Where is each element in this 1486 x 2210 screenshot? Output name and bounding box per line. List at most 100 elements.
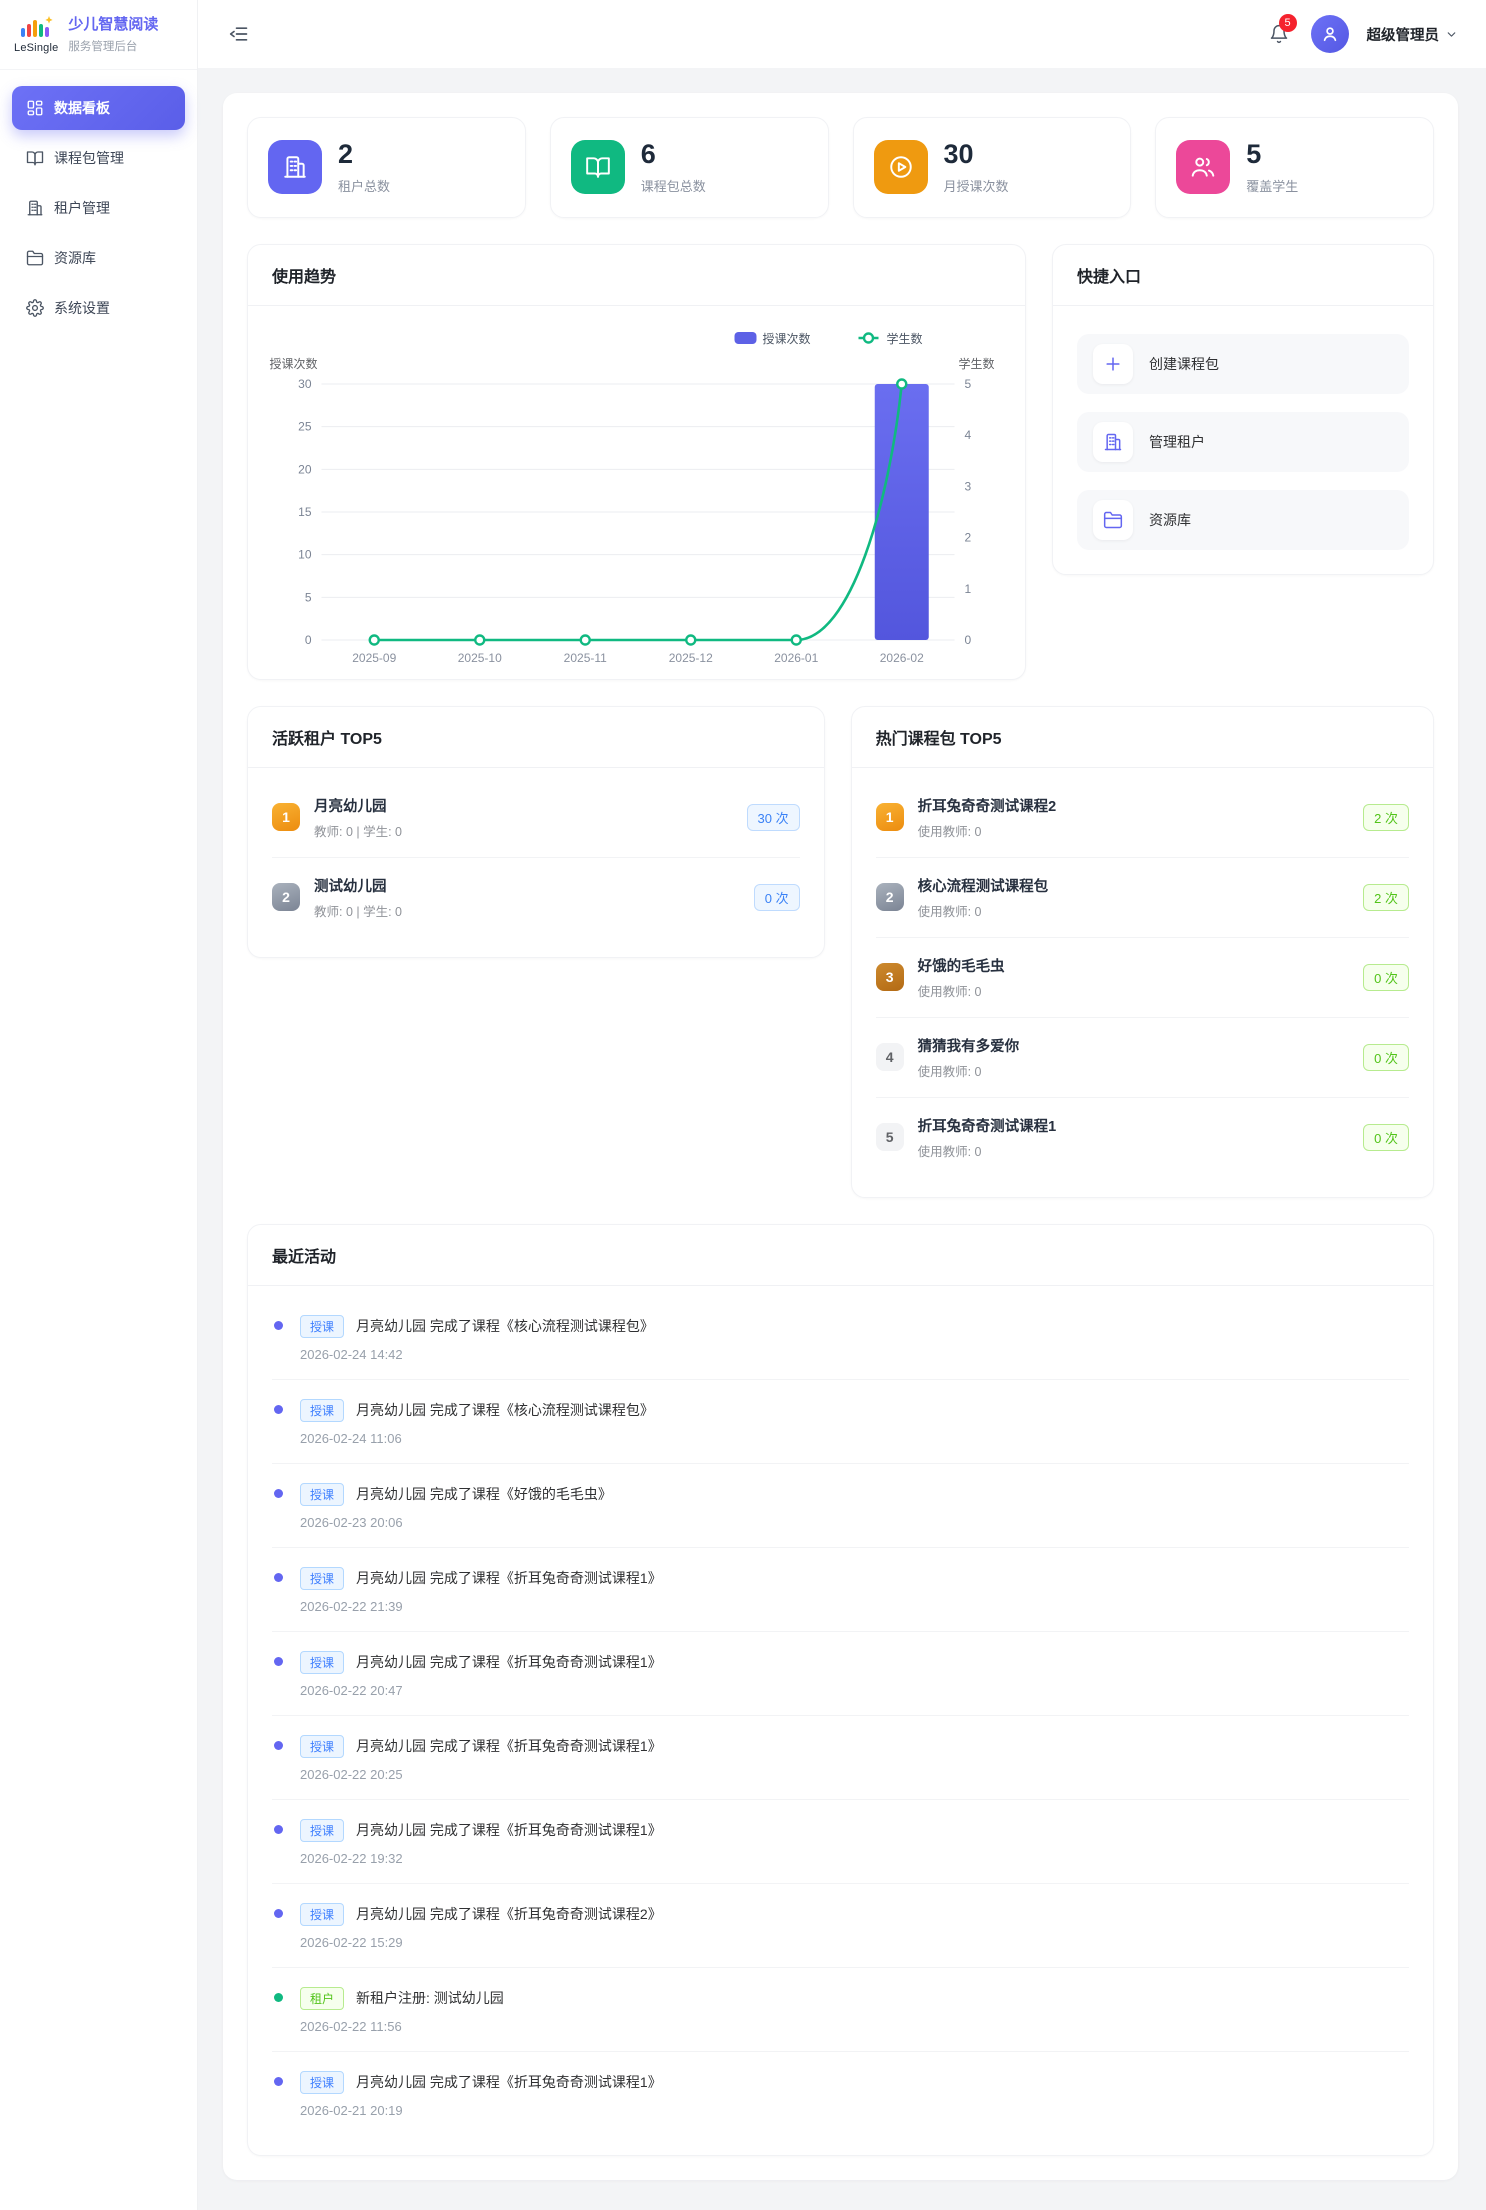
building-icon	[1093, 422, 1133, 462]
quick-entry-label: 管理租户	[1149, 432, 1205, 452]
item-name: 折耳兔奇奇测试课程1	[918, 1115, 1350, 1136]
sidebar-item-1[interactable]: 数据看板	[12, 86, 185, 130]
stat-value: 30	[944, 140, 1009, 170]
users-icon	[1190, 154, 1216, 180]
list-item: 5折耳兔奇奇测试课程1使用教师: 00 次	[876, 1098, 1409, 1177]
quick-entry-label: 资源库	[1149, 510, 1191, 530]
active-tenants-list: 1月亮幼儿园教师: 0 | 学生: 030 次2测试幼儿园教师: 0 | 学生:…	[248, 768, 824, 957]
sidebar-item-label: 数据看板	[54, 98, 110, 118]
activity-item: 租户新租户注册: 测试幼儿园2026-02-22 11:56	[272, 1968, 1409, 2052]
activity-item: 授课月亮幼儿园 完成了课程《核心流程测试课程包》2026-02-24 14:42	[272, 1296, 1409, 1380]
svg-text:3: 3	[965, 479, 972, 493]
gear-icon	[26, 299, 44, 317]
activity-item: 授课月亮幼儿园 完成了课程《折耳兔奇奇测试课程1》2026-02-22 20:4…	[272, 1632, 1409, 1716]
svg-text:1: 1	[965, 581, 972, 595]
hot-packages-list: 1折耳兔奇奇测试课程2使用教师: 02 次2核心流程测试课程包使用教师: 02 …	[852, 768, 1433, 1197]
svg-text:10: 10	[298, 547, 312, 561]
activity-dot	[274, 1993, 283, 2002]
quick-entry-2[interactable]: 管理租户	[1077, 412, 1409, 472]
count-badge: 0 次	[754, 884, 800, 911]
svg-text:2025-11: 2025-11	[564, 651, 607, 665]
item-name: 好饿的毛毛虫	[918, 955, 1350, 976]
activity-type-badge: 授课	[300, 1819, 344, 1842]
quick-entry-3[interactable]: 资源库	[1077, 490, 1409, 550]
sidebar-item-label: 资源库	[54, 248, 96, 268]
activity-time: 2026-02-22 20:25	[300, 1767, 1409, 1782]
active-tenants-panel: 活跃租户 TOP5 1月亮幼儿园教师: 0 | 学生: 030 次2测试幼儿园教…	[247, 706, 825, 958]
stat-card-1: 2租户总数	[247, 117, 526, 218]
play-circle-icon	[874, 140, 928, 194]
activity-dot	[274, 1825, 283, 1834]
main-content: 2租户总数6课程包总数30月授课次数5覆盖学生 使用趋势 05101520253…	[198, 68, 1486, 2210]
list-item: 1折耳兔奇奇测试课程2使用教师: 02 次	[876, 778, 1409, 858]
sidebar-item-label: 系统设置	[54, 298, 110, 318]
activity-text: 新租户注册: 测试幼儿园	[356, 1988, 504, 2008]
svg-text:0: 0	[305, 633, 312, 647]
chevron-down-icon	[1445, 28, 1458, 41]
svg-text:学生数: 学生数	[887, 331, 923, 346]
activity-type-badge: 授课	[300, 1903, 344, 1926]
activity-type-badge: 授课	[300, 1315, 344, 1338]
stat-value: 5	[1246, 140, 1298, 170]
activity-time: 2026-02-21 20:19	[300, 2103, 1409, 2118]
activity-text: 月亮幼儿园 完成了课程《折耳兔奇奇测试课程1》	[356, 1736, 662, 1756]
count-badge: 0 次	[1363, 964, 1409, 991]
folder-icon	[1103, 510, 1123, 530]
activity-dot	[274, 2077, 283, 2086]
activity-text: 月亮幼儿园 完成了课程《核心流程测试课程包》	[356, 1316, 654, 1336]
list-item: 2核心流程测试课程包使用教师: 02 次	[876, 858, 1409, 938]
activity-dot	[274, 1741, 283, 1750]
activity-item: 授课月亮幼儿园 完成了课程《折耳兔奇奇测试课程1》2026-02-22 19:3…	[272, 1800, 1409, 1884]
quick-entry-1[interactable]: 创建课程包	[1077, 334, 1409, 394]
book-icon	[26, 149, 44, 167]
count-badge: 0 次	[1363, 1124, 1409, 1151]
sidebar: LeSingle 少儿智慧阅读 服务管理后台 数据看板课程包管理租户管理资源库系…	[0, 0, 198, 2210]
rank-badge: 5	[876, 1123, 904, 1151]
activity-text: 月亮幼儿园 完成了课程《折耳兔奇奇测试课程1》	[356, 1820, 662, 1840]
building-icon	[268, 140, 322, 194]
usage-trend-panel: 使用趋势 051015202530012345授课次数学生数授课次数学生数202…	[247, 244, 1026, 680]
count-badge: 30 次	[747, 804, 800, 831]
item-meta: 教师: 0 | 学生: 0	[314, 821, 733, 840]
activity-dot	[274, 1909, 283, 1918]
usage-trend-chart: 051015202530012345授课次数学生数授课次数学生数2025-092…	[248, 306, 1025, 679]
activity-text: 月亮幼儿园 完成了课程《核心流程测试课程包》	[356, 1400, 654, 1420]
stat-card-2: 6课程包总数	[550, 117, 829, 218]
activity-type-badge: 授课	[300, 1399, 344, 1422]
plus-icon	[1093, 344, 1133, 384]
sidebar-collapse-button[interactable]	[226, 21, 252, 47]
quick-entry-title: 快捷入口	[1053, 245, 1433, 306]
brand-logo: LeSingle 少儿智慧阅读 服务管理后台	[0, 0, 197, 70]
rank-badge: 1	[272, 803, 300, 831]
topbar: 5 超级管理员	[198, 0, 1486, 68]
users-icon	[1176, 140, 1230, 194]
lesingle-logo-icon: LeSingle	[14, 15, 58, 54]
svg-text:0: 0	[965, 633, 972, 647]
item-meta: 教师: 0 | 学生: 0	[314, 901, 740, 920]
item-name: 核心流程测试课程包	[918, 875, 1350, 896]
building-icon	[282, 154, 308, 180]
stat-card-3: 30 月授课次数	[853, 117, 1132, 218]
activity-type-badge: 授课	[300, 1483, 344, 1506]
activity-text: 月亮幼儿园 完成了课程《折耳兔奇奇测试课程2》	[356, 1904, 662, 1924]
user-avatar[interactable]	[1311, 15, 1349, 53]
sidebar-item-label: 课程包管理	[54, 148, 124, 168]
count-badge: 2 次	[1363, 804, 1409, 831]
sidebar-item-4[interactable]: 资源库	[12, 236, 185, 280]
sidebar-item-2[interactable]: 课程包管理	[12, 136, 185, 180]
list-item: 4猜猜我有多爱你使用教师: 00 次	[876, 1018, 1409, 1098]
sidebar-nav: 数据看板课程包管理租户管理资源库系统设置	[0, 70, 197, 346]
activity-dot	[274, 1573, 283, 1582]
svg-text:5: 5	[305, 590, 312, 604]
item-name: 折耳兔奇奇测试课程2	[918, 795, 1350, 816]
activity-time: 2026-02-23 20:06	[300, 1515, 1409, 1530]
stat-label: 月授课次数	[944, 176, 1009, 195]
svg-text:15: 15	[298, 505, 312, 519]
item-name: 月亮幼儿园	[314, 795, 733, 816]
sidebar-item-5[interactable]: 系统设置	[12, 286, 185, 330]
activity-dot	[274, 1321, 283, 1330]
notifications-button[interactable]: 5	[1265, 20, 1293, 48]
sidebar-item-3[interactable]: 租户管理	[12, 186, 185, 230]
user-menu[interactable]: 超级管理员	[1367, 24, 1459, 45]
svg-text:30: 30	[298, 377, 312, 391]
